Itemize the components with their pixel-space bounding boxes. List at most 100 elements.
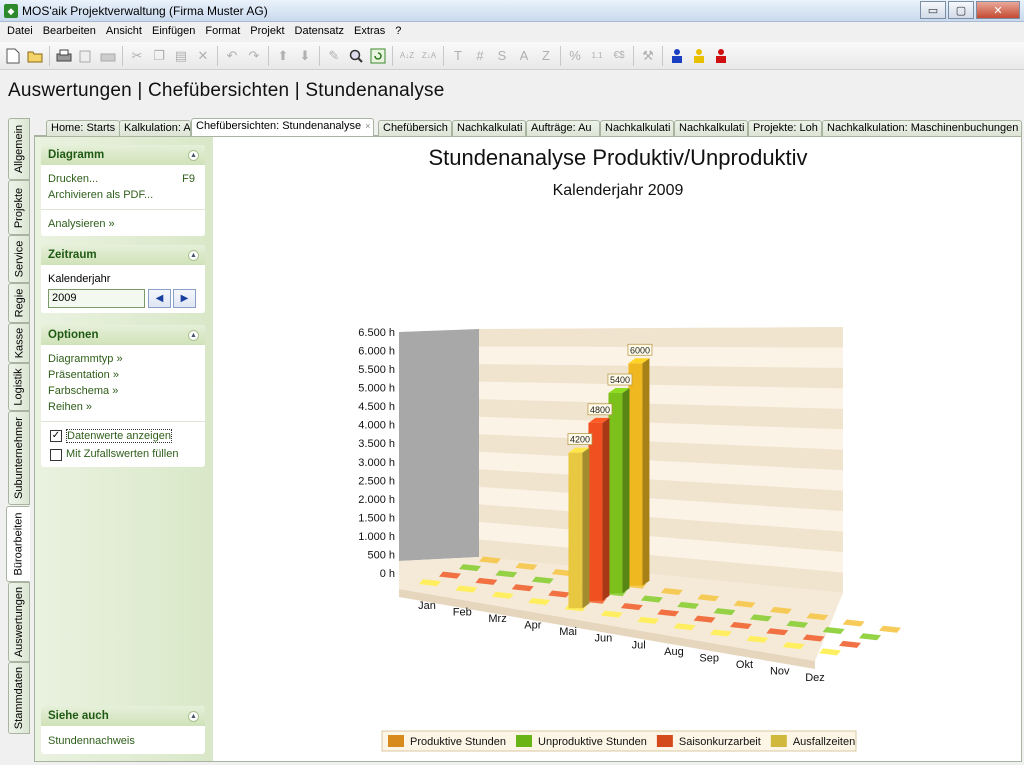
y-tick-label: 3.000 h [358,457,395,469]
hash-format-icon[interactable]: # [469,45,491,67]
percent-icon[interactable]: % [564,45,586,67]
panel-header[interactable]: Diagramm ▲ [41,145,205,165]
vtab-bueroarbeiten[interactable]: Büroarbeiten [6,506,30,582]
vtab-regie[interactable]: Regie [8,283,30,323]
refresh-icon[interactable] [367,45,389,67]
prev-year-button[interactable]: ◀ [148,289,171,308]
tab-auftraege[interactable]: Aufträge: Au [526,120,600,136]
edit-icon[interactable]: ✎ [323,45,345,67]
print-preview-icon[interactable] [75,45,97,67]
menu-bearbeiten[interactable]: Bearbeiten [38,22,101,41]
toolbar-separator [268,45,269,66]
panel-header[interactable]: Optionen ▲ [41,325,205,345]
decimal-format-icon[interactable]: 1.1 [586,45,608,67]
vtab-kasse[interactable]: Kasse [8,323,30,363]
menu-help[interactable]: ? [390,22,406,41]
a-format-icon[interactable]: A [513,45,535,67]
x-tick-label: Jul [632,639,646,651]
search-icon[interactable] [345,45,367,67]
sort-ascending-icon[interactable]: A↓Z [396,45,418,67]
tab-close-icon[interactable]: × [365,121,370,131]
vtab-label: Allgemein [13,124,25,174]
x-tick-label: Mrz [488,613,506,625]
chevron-up-icon[interactable]: ▲ [188,711,199,722]
tab-chefuebersichten[interactable]: Chefübersich [378,120,452,136]
vtab-allgemein[interactable]: Allgemein [8,118,30,180]
tab-nachkalkulation-2[interactable]: Nachkalkulati [600,120,674,136]
z-format-icon[interactable]: Z [535,45,557,67]
move-down-icon[interactable]: ⬇ [294,45,316,67]
menu-extras[interactable]: Extras [349,22,390,41]
vtab-auswertungen[interactable]: Auswertungen [8,582,30,662]
praesentation-link[interactable]: Präsentation » [41,367,205,383]
user-blue-icon[interactable] [666,45,688,67]
currency-icon[interactable]: €$ [608,45,630,67]
bar-side [642,358,650,586]
reihen-link[interactable]: Reihen » [41,399,205,415]
random-values-label[interactable]: Mit Zufallswerten füllen [66,448,179,460]
open-folder-icon[interactable] [24,45,46,67]
close-button[interactable]: ✕ [976,1,1020,19]
tab-home[interactable]: Home: Starts [46,120,120,136]
tab-nachkalkulation-1[interactable]: Nachkalkulati [452,120,526,136]
legend-swatch [770,735,787,747]
tab-nachkalkulation-3[interactable]: Nachkalkulati [674,120,748,136]
new-document-icon[interactable] [2,45,24,67]
analyze-link[interactable]: Analysieren » [41,216,205,232]
vtab-subunternehmer[interactable]: Subunternehmer [8,411,30,505]
undo-icon[interactable]: ↶ [221,45,243,67]
cut-icon[interactable]: ✂ [126,45,148,67]
sort-descending-icon[interactable]: Z↓A [418,45,440,67]
tab-nachkalkulation-maschinen[interactable]: Nachkalkulation: Maschinenbuchungen× [822,120,1022,136]
print-setup-icon[interactable] [97,45,119,67]
farbschema-link[interactable]: Farbschema » [41,383,205,399]
menu-ansicht[interactable]: Ansicht [101,22,147,41]
tab-label: Kalkulation: A [124,122,191,134]
panel-header[interactable]: Siehe auch ▲ [41,706,205,726]
copy-icon[interactable]: ❐ [148,45,170,67]
toolbar-separator [662,45,663,66]
vtab-logistik[interactable]: Logistik [8,363,30,411]
tab-projekte[interactable]: Projekte: Loh [748,120,822,136]
user-yellow-icon[interactable] [688,45,710,67]
redo-icon[interactable]: ↷ [243,45,265,67]
menu-datensatz[interactable]: Datensatz [290,22,350,41]
next-year-button[interactable]: ▶ [173,289,196,308]
show-values-label[interactable]: Datenwerte anzeigen [66,429,172,443]
vtab-stammdaten[interactable]: Stammdaten [8,662,30,734]
menu-einfuegen[interactable]: Einfügen [147,22,200,41]
maximize-button[interactable]: ▢ [948,1,974,19]
floor-tile [839,640,861,648]
menu-projekt[interactable]: Projekt [245,22,289,41]
vtab-service[interactable]: Service [8,235,30,283]
print-link[interactable]: Drucken... F9 [41,171,205,187]
y-tick-label: 6.000 h [358,346,395,358]
vtab-projekte[interactable]: Projekte [8,180,30,235]
s-format-icon[interactable]: S [491,45,513,67]
chevron-up-icon[interactable]: ▲ [188,250,199,261]
shortcut-key: F9 [182,173,195,185]
minimize-button[interactable]: ▭ [920,1,946,19]
archive-pdf-link[interactable]: Archivieren als PDF... [41,187,205,203]
tab-kalkulation[interactable]: Kalkulation: A [119,120,191,136]
text-format-icon[interactable]: T [447,45,469,67]
panel-header[interactable]: Zeitraum ▲ [41,245,205,265]
menu-datei[interactable]: Datei [2,22,38,41]
year-input[interactable]: 2009 [48,289,145,308]
bar-front [628,363,643,586]
paste-icon[interactable]: ▤ [170,45,192,67]
show-values-checkbox[interactable]: ✓ [50,430,62,442]
chevron-up-icon[interactable]: ▲ [188,330,199,341]
random-values-checkbox[interactable] [50,449,62,461]
delete-icon[interactable]: ✕ [192,45,214,67]
move-up-icon[interactable]: ⬆ [272,45,294,67]
tab-chefuebersichten-stundenanalyse[interactable]: Chefübersichten: Stundenanalyse × [191,118,374,136]
diagrammtyp-link[interactable]: Diagrammtyp » [41,351,205,367]
y-tick-label: 4.000 h [358,420,395,432]
print-icon[interactable] [53,45,75,67]
user-red-icon[interactable] [710,45,732,67]
chevron-up-icon[interactable]: ▲ [188,150,199,161]
tools-icon[interactable]: ⚒ [637,45,659,67]
stundennachweis-link[interactable]: Stundennachweis [41,733,205,749]
menu-format[interactable]: Format [200,22,245,41]
